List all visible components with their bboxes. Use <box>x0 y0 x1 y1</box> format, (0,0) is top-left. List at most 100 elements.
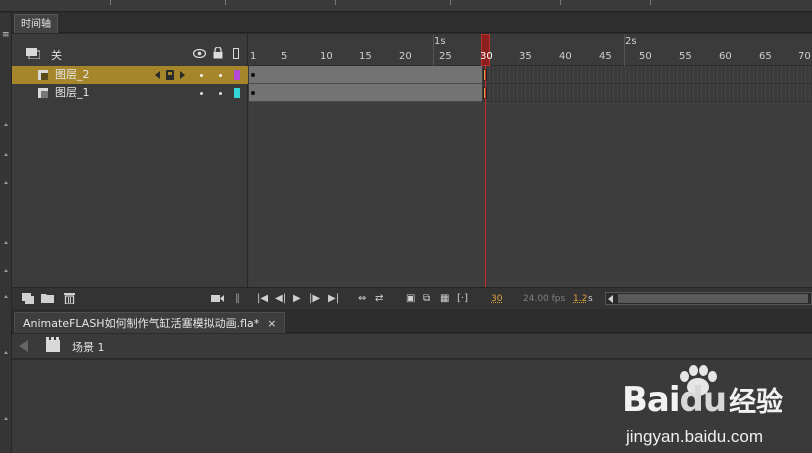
document-tab[interactable]: AnimateFLASH如何制作气缸活塞模拟动画.fla* × <box>14 312 286 333</box>
new-folder-icon[interactable] <box>41 293 54 303</box>
frame-number: 40 <box>559 51 572 62</box>
frame-number: 45 <box>599 51 612 62</box>
lock-icon[interactable] <box>213 47 223 59</box>
breadcrumb-scene[interactable]: 场景 1 <box>72 339 105 355</box>
frame-span[interactable] <box>249 84 482 102</box>
keyframe[interactable] <box>251 73 255 77</box>
camera-icon[interactable] <box>211 294 224 303</box>
lock-dot[interactable] <box>219 92 222 95</box>
lock-dot[interactable] <box>219 74 222 77</box>
eye-icon[interactable] <box>193 49 206 58</box>
layer-header-label: 关 <box>51 49 62 62</box>
scroll-thumb[interactable] <box>618 294 808 303</box>
layer-color-swatch[interactable] <box>234 70 240 80</box>
logo-bai: Bai <box>622 380 681 420</box>
logo-du: du <box>679 380 728 420</box>
layer-row-2[interactable]: 图层_2 <box>12 66 248 84</box>
collapse-marker-icon <box>4 417 8 420</box>
collapse-marker-icon <box>4 351 8 354</box>
second-label: 2s <box>625 36 637 47</box>
visibility-dot[interactable] <box>200 92 203 95</box>
left-dock-bar: ≡ <box>0 13 12 453</box>
step-back-icon[interactable]: ◀| <box>275 293 286 305</box>
collapse-marker-icon <box>4 123 8 126</box>
visibility-dot[interactable] <box>200 74 203 77</box>
center-frame-icon[interactable]: ⇄ <box>375 293 383 305</box>
empty-frames[interactable] <box>482 84 812 102</box>
frame-number: 15 <box>359 51 372 62</box>
layer-name[interactable]: 图层_1 <box>55 85 90 101</box>
show-all-layers-as-outlines-icon[interactable] <box>26 48 40 59</box>
current-frame-value[interactable]: 30 <box>491 293 502 305</box>
frame-number: 70 <box>798 51 811 62</box>
play-icon[interactable]: ▶ <box>293 293 301 305</box>
frame-row-layer-2[interactable] <box>249 66 812 84</box>
close-icon[interactable]: × <box>267 317 276 330</box>
layer-icon <box>38 88 48 98</box>
layer-header: 关 <box>12 34 248 66</box>
frame-number: 50 <box>639 51 652 62</box>
loop-icon[interactable]: ⇔ <box>358 293 366 305</box>
step-forward-icon[interactable]: |▶ <box>309 293 320 305</box>
layer-icon <box>38 70 48 80</box>
playhead[interactable]: 30 <box>480 34 493 287</box>
scroll-left-icon[interactable] <box>608 295 613 303</box>
panel-menu-icon[interactable]: ≡ <box>2 31 10 40</box>
onion-skin-icon[interactable]: ▣ <box>406 293 415 305</box>
trash-icon[interactable] <box>64 292 75 304</box>
frame-number: 55 <box>679 51 692 62</box>
elapsed-time-value[interactable]: 1.2 <box>573 293 587 305</box>
edit-bar: 场景 1 <box>12 334 812 359</box>
divider-grip-icon[interactable]: ‖ <box>235 293 240 305</box>
baidu-jingyan-watermark: Baidu 经验 jingyan.baidu.com <box>620 365 810 450</box>
layer-color-swatch[interactable] <box>234 88 240 98</box>
elapsed-time-unit: s <box>588 294 593 304</box>
modify-markers-icon[interactable]: [·] <box>457 293 468 305</box>
watermark-url: jingyan.baidu.com <box>626 427 764 446</box>
outline-icon[interactable] <box>233 48 239 59</box>
playhead-line <box>485 66 486 287</box>
frame-number: 10 <box>320 51 333 62</box>
layer-panel: 关 图层_2 图层_1 <box>12 34 248 287</box>
collapse-marker-icon <box>4 181 8 184</box>
frame-ruler[interactable]: 1s 2s 1 5 10 15 20 25 35 40 45 50 55 60 … <box>249 34 812 66</box>
layer-name[interactable]: 图层_2 <box>55 67 90 83</box>
timeline-tab-row: 时间轴 <box>12 13 812 33</box>
frame-rate-value[interactable]: 24.00 fps <box>523 293 565 305</box>
tab-timeline[interactable]: 时间轴 <box>14 14 58 33</box>
frame-area: 1s 2s 1 5 10 15 20 25 35 40 45 50 55 60 … <box>249 34 812 287</box>
collapse-marker-icon <box>4 295 8 298</box>
timeline-panel: 关 图层_2 图层_1 1s 2s 1 5 10 15 20 25 35 40 … <box>12 34 812 309</box>
watermark-logo-text: Baidu 经验 <box>622 380 783 420</box>
frame-number: 25 <box>439 51 452 62</box>
frame-number: 1 <box>250 51 257 62</box>
edit-multiple-frames-icon[interactable]: ▦ <box>440 293 449 305</box>
document-tab-label[interactable]: AnimateFLASH如何制作气缸活塞模拟动画.fla* <box>23 317 259 330</box>
frame-number: 60 <box>719 51 732 62</box>
new-layer-icon[interactable] <box>22 293 34 304</box>
document-tab-row: AnimateFLASH如何制作气缸活塞模拟动画.fla* × <box>12 310 812 333</box>
frame-number: 35 <box>519 51 532 62</box>
scene-clapperboard-icon <box>46 337 60 352</box>
empty-frames[interactable] <box>482 66 812 84</box>
frame-number: 65 <box>759 51 772 62</box>
second-label: 1s <box>434 36 446 47</box>
back-arrow-icon[interactable] <box>19 340 28 352</box>
frame-number: 20 <box>399 51 412 62</box>
layer-row-1[interactable]: 图层_1 <box>12 84 248 102</box>
playhead-frame-number: 30 <box>480 51 493 62</box>
go-to-last-frame-icon[interactable]: ▶| <box>328 293 339 305</box>
frame-span[interactable] <box>249 66 482 84</box>
go-to-first-frame-icon[interactable]: |◀ <box>257 293 268 305</box>
collapse-marker-icon <box>4 241 8 244</box>
collapse-marker-icon <box>4 269 8 272</box>
logo-jingyan: 经验 <box>729 387 784 418</box>
collapse-marker-icon <box>4 153 8 156</box>
top-panel-strip <box>0 0 812 12</box>
keyframe[interactable] <box>251 91 255 95</box>
horizontal-scrollbar[interactable] <box>605 292 812 305</box>
onion-skin-outlines-icon[interactable]: ⧉ <box>423 293 430 305</box>
edit-layer-pencil-icon <box>155 70 185 80</box>
timeline-controls: ‖ |◀ ◀| ▶ |▶ ▶| ⇔ ⇄ ▣ ⧉ ▦ [·] 30 24.00 f… <box>12 287 812 309</box>
frame-row-layer-1[interactable] <box>249 84 812 102</box>
